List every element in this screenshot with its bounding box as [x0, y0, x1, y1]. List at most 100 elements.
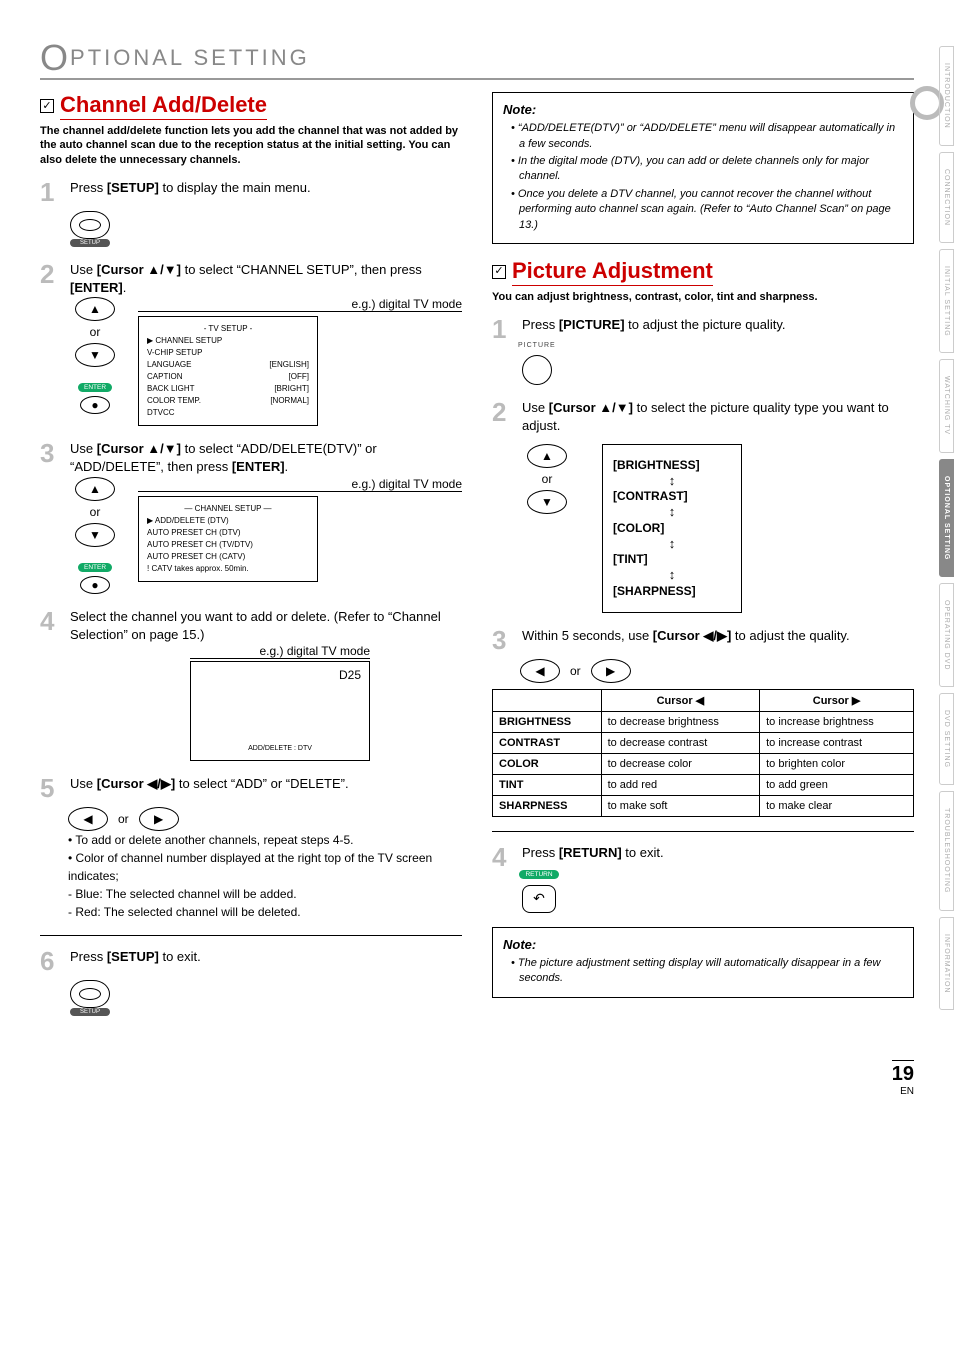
menu-row: COLOR TEMP.[NORMAL] — [147, 395, 309, 407]
step-number: 6 — [40, 948, 62, 974]
cursor-up-icon: ▲ — [75, 477, 115, 501]
table-cell: SHARPNESS — [493, 795, 602, 816]
side-tab[interactable]: INFORMATION — [939, 917, 954, 1010]
picture-button-label: PICTURE — [518, 342, 914, 349]
screen-label: ADD/DELETE : DTV — [191, 745, 369, 752]
picture-options-box: [BRIGHTNESS]↕[CONTRAST]↕[COLOR]↕[TINT]↕[… — [602, 444, 742, 613]
table-row: CONTRASTto decrease contrastto increase … — [493, 732, 914, 753]
channel-step6-text: Press [SETUP] to exit. — [70, 948, 462, 966]
list-item: • Color of channel number displayed at t… — [68, 849, 462, 885]
side-tab[interactable]: CONNECTION — [939, 152, 954, 243]
table-header: Cursor ◀ — [601, 689, 760, 711]
cursor-right-icon: ▶ — [591, 659, 631, 683]
cursor-down-icon: ▼ — [75, 343, 115, 367]
quality-table: Cursor ◀Cursor ▶ BRIGHTNESSto decrease b… — [492, 689, 914, 817]
picture-button-icon — [522, 355, 552, 385]
enter-button-icon: ● — [80, 396, 110, 414]
note-item: • The picture adjustment setting display… — [511, 956, 903, 987]
note-heading: Note: — [503, 101, 903, 119]
table-header: Cursor ▶ — [760, 689, 914, 711]
cursor-up-icon: ▲ — [527, 444, 567, 468]
or-label: or — [90, 325, 101, 339]
table-header — [493, 689, 602, 711]
table-cell: TINT — [493, 774, 602, 795]
list-item: - Red: The selected channel will be dele… — [68, 903, 462, 921]
cursor-left-icon: ◀ — [520, 659, 560, 683]
side-tab[interactable]: TROUBLESHOOTING — [939, 791, 954, 910]
picture-option: [BRIGHTNESS] — [613, 459, 731, 472]
checkbox-icon: ✓ — [492, 265, 506, 279]
channel-number: D25 — [339, 668, 361, 682]
side-tab[interactable]: INTRODUCTION — [939, 46, 954, 146]
table-cell: to add red — [601, 774, 760, 795]
step-number: 4 — [492, 844, 514, 870]
picture-step3-text: Within 5 seconds, use [Cursor ◀/▶] to ad… — [522, 627, 914, 645]
menu-row: AUTO PRESET CH (CATV) — [147, 551, 309, 563]
page-footer: 19 EN — [0, 1050, 954, 1137]
channel-step5-text: Use [Cursor ◀/▶] to select “ADD” or “DEL… — [70, 775, 462, 793]
cursor-up-icon: ▲ — [75, 297, 115, 321]
return-button-icon: ↶ — [522, 885, 556, 913]
list-item: - Blue: The selected channel will be add… — [68, 885, 462, 903]
cursor-right-icon: ▶ — [139, 807, 179, 831]
table-cell: to increase brightness — [760, 711, 914, 732]
step-number: 3 — [40, 440, 62, 466]
updown-arrow-icon: ↕ — [613, 505, 731, 519]
table-cell: CONTRAST — [493, 732, 602, 753]
picture-option: [SHARPNESS] — [613, 585, 731, 598]
or-label: or — [118, 812, 129, 826]
picture-step4-text: Press [RETURN] to exit. — [522, 844, 914, 862]
menu-row: DTVCC — [147, 407, 309, 419]
menu-row: V-CHIP SETUP — [147, 347, 309, 359]
table-row: TINTto add redto add green — [493, 774, 914, 795]
step-number: 1 — [492, 316, 514, 342]
menu-row: ▶ ADD/DELETE (DTV) — [147, 515, 309, 527]
channel-step1-text: Press [SETUP] to display the main menu. — [70, 179, 462, 197]
tv-screen-preview: D25 ADD/DELETE : DTV — [190, 661, 370, 761]
side-tab[interactable]: OPERATING DVD — [939, 583, 954, 687]
side-tab[interactable]: INITIAL SETTING — [939, 249, 954, 354]
table-row: SHARPNESSto make softto make clear — [493, 795, 914, 816]
table-row: COLORto decrease colorto brighten color — [493, 753, 914, 774]
page-lang: EN — [0, 1086, 914, 1097]
table-cell: to add green — [760, 774, 914, 795]
setup-button-icon — [70, 211, 110, 239]
right-column: Note: • “ADD/DELETE(DTV)” or “ADD/DELETE… — [492, 92, 914, 1030]
table-row: BRIGHTNESSto decrease brightnessto incre… — [493, 711, 914, 732]
picture-step1-text: Press [PICTURE] to adjust the picture qu… — [522, 316, 914, 334]
table-cell: to brighten color — [760, 753, 914, 774]
channel-step4-text: Select the channel you want to add or de… — [70, 608, 462, 644]
side-tab[interactable]: WATCHING TV — [939, 359, 954, 452]
step-number: 1 — [40, 179, 62, 205]
menu-row: CAPTION[OFF] — [147, 371, 309, 383]
side-tab[interactable]: DVD SETTING — [939, 693, 954, 785]
table-cell: COLOR — [493, 753, 602, 774]
checkbox-icon: ✓ — [40, 99, 54, 113]
table-cell: to increase contrast — [760, 732, 914, 753]
setup-button-icon — [70, 980, 110, 1008]
picture-heading: Picture Adjustment — [512, 258, 713, 286]
note-box-2: Note: • The picture adjustment setting d… — [492, 927, 914, 998]
table-cell: to decrease color — [601, 753, 760, 774]
cursor-down-icon: ▼ — [75, 523, 115, 547]
setup-button-label: SETUP — [70, 1008, 110, 1016]
table-cell: to make soft — [601, 795, 760, 816]
page-header: O PTIONAL SETTING — [40, 40, 914, 80]
menu-row: AUTO PRESET CH (TV/DTV) — [147, 539, 309, 551]
list-item: • To add or delete another channels, rep… — [68, 831, 462, 849]
divider — [492, 831, 914, 832]
or-label: or — [570, 664, 581, 678]
cursor-down-icon: ▼ — [527, 490, 567, 514]
header-prefix: O — [40, 40, 68, 76]
tv-setup-menu: - TV SETUP - ▶ CHANNEL SETUPV-CHIP SETUP… — [138, 316, 318, 426]
note-item: • “ADD/DELETE(DTV)” or “ADD/DELETE” menu… — [511, 121, 903, 152]
eg-label: e.g.) digital TV mode — [190, 644, 370, 659]
menu-row: ! CATV takes approx. 50min. — [147, 563, 309, 575]
step-number: 2 — [40, 261, 62, 287]
updown-arrow-icon: ↕ — [613, 537, 731, 551]
step-number: 4 — [40, 608, 62, 634]
setup-button-label: SETUP — [70, 239, 110, 247]
table-cell: BRIGHTNESS — [493, 711, 602, 732]
side-tab[interactable]: OPTIONAL SETTING — [939, 459, 954, 577]
enter-button-icon: ● — [80, 576, 110, 594]
